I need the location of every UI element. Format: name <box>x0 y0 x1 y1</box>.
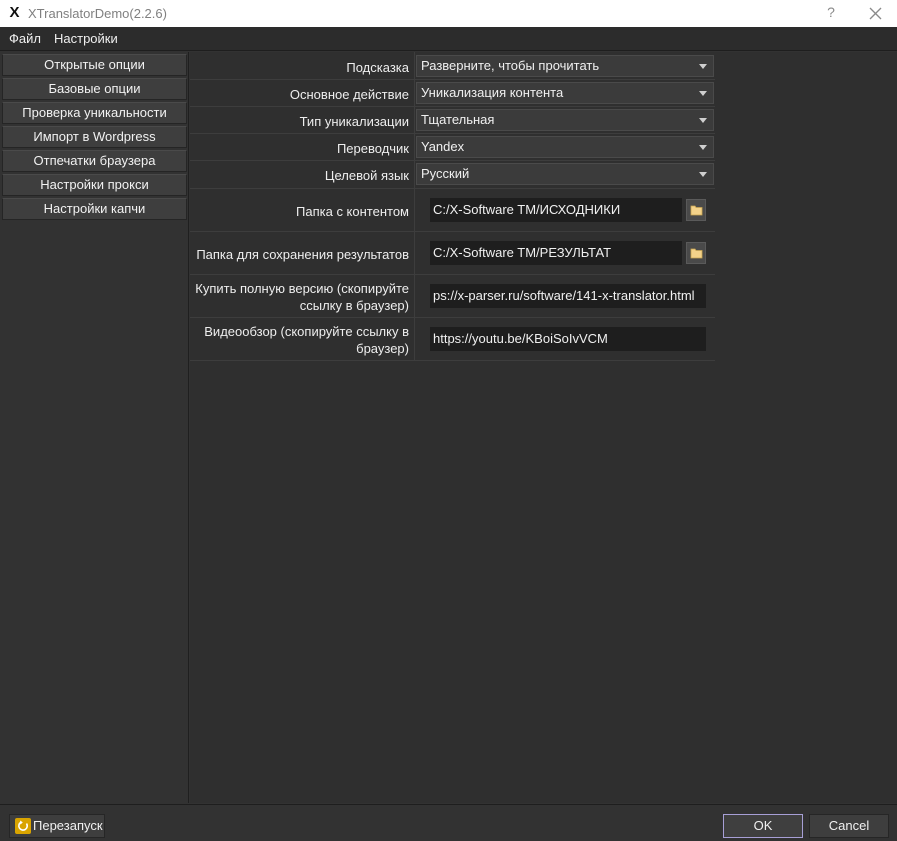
chevron-down-icon <box>699 91 707 96</box>
settings-form: Подсказка Разверните, чтобы прочитать Ос… <box>190 52 897 803</box>
chevron-down-icon <box>699 172 707 177</box>
row-results-folder: Папка для сохранения результатов C:/X-So… <box>190 232 715 275</box>
main-action-select[interactable]: Уникализация контента <box>416 82 714 104</box>
sidebar-item-wordpress-import[interactable]: Импорт в Wordpress <box>2 126 187 148</box>
close-icon <box>869 7 882 20</box>
translator-label: Переводчик <box>336 141 409 156</box>
cancel-button[interactable]: Cancel <box>809 814 889 838</box>
buy-full-label: Купить полную версию (скопируйте ссылку … <box>195 280 409 314</box>
content-folder-input[interactable]: C:/X-Software TM/ИСХОДНИКИ <box>430 198 682 222</box>
sidebar: Открытые опции Базовые опции Проверка ун… <box>0 52 189 803</box>
row-target-language: Целевой язык Русский <box>190 161 715 189</box>
menu-file[interactable]: Файл <box>9 31 41 46</box>
target-language-select[interactable]: Русский <box>416 163 714 185</box>
row-main-action: Основное действие Уникализация контента <box>190 80 715 107</box>
target-language-label: Целевой язык <box>324 168 409 183</box>
results-folder-input[interactable]: C:/X-Software TM/РЕЗУЛЬТАТ <box>430 241 682 265</box>
video-url-field[interactable]: https://youtu.be/KBoiSoIvVCM <box>430 327 706 351</box>
chevron-down-icon <box>699 145 707 150</box>
video-label: Видеообзор (скопируйте ссылку в браузер) <box>204 323 409 357</box>
window-title: XTranslatorDemo(2.2.6) <box>28 6 167 21</box>
row-hint: Подсказка Разверните, чтобы прочитать <box>190 52 715 80</box>
folder-icon <box>690 205 703 216</box>
row-content-folder: Папка с контентом C:/X-Software TM/ИСХОД… <box>190 189 715 232</box>
restart-label: Перезапуск <box>33 818 103 833</box>
sidebar-item-browser-fingerprints[interactable]: Отпечатки браузера <box>2 150 187 172</box>
hint-label: Подсказка <box>346 60 409 75</box>
sidebar-item-open-options[interactable]: Открытые опции <box>2 54 187 76</box>
row-buy-full: Купить полную версию (скопируйте ссылку … <box>190 275 715 318</box>
results-folder-browse-button[interactable] <box>686 242 706 264</box>
folder-icon <box>690 248 703 259</box>
menu-bar: Файл Настройки <box>0 27 897 51</box>
translator-select[interactable]: Yandex <box>416 136 714 158</box>
main-action-label: Основное действие <box>289 87 409 102</box>
buy-full-url-field[interactable]: ps://x-parser.ru/software/141-x-translat… <box>430 284 706 308</box>
uniq-type-value: Тщательная <box>421 112 495 127</box>
restart-button[interactable]: Перезапуск <box>9 814 105 838</box>
target-language-value: Русский <box>421 166 470 181</box>
app-logo-icon: X <box>7 5 22 21</box>
ok-button[interactable]: OK <box>723 814 803 838</box>
row-uniq-type: Тип уникализации Тщательная <box>190 107 715 134</box>
sidebar-item-uniqueness-check[interactable]: Проверка уникальности <box>2 102 187 124</box>
row-translator: Переводчик Yandex <box>190 134 715 161</box>
hint-value: Разверните, чтобы прочитать <box>421 58 600 73</box>
buy-full-label-line1: Купить полную версию (скопируйте <box>195 281 409 296</box>
translator-value: Yandex <box>421 139 465 154</box>
row-video: Видеообзор (скопируйте ссылку в браузер)… <box>190 318 715 361</box>
results-folder-label: Папка для сохранения результатов <box>196 247 409 262</box>
hint-select[interactable]: Разверните, чтобы прочитать <box>416 55 714 77</box>
title-bar: X XTranslatorDemo(2.2.6) ? <box>0 0 897 27</box>
video-label-line2: браузер) <box>356 341 409 356</box>
restart-icon <box>15 818 31 834</box>
content-folder-label: Папка с контентом <box>296 204 409 219</box>
chevron-down-icon <box>699 64 707 69</box>
menu-settings[interactable]: Настройки <box>54 31 118 46</box>
chevron-down-icon <box>699 118 707 123</box>
sidebar-item-captcha-settings[interactable]: Настройки капчи <box>2 198 187 220</box>
video-label-line1: Видеообзор (скопируйте ссылку в <box>204 324 409 339</box>
bottom-bar: Перезапуск OK Cancel <box>0 804 897 841</box>
help-button[interactable]: ? <box>824 4 838 20</box>
close-button[interactable] <box>864 3 886 23</box>
uniq-type-label: Тип уникализации <box>299 114 409 129</box>
sidebar-item-proxy-settings[interactable]: Настройки прокси <box>2 174 187 196</box>
sidebar-item-basic-options[interactable]: Базовые опции <box>2 78 187 100</box>
buy-full-label-line2: ссылку в браузер) <box>299 298 409 313</box>
main-action-value: Уникализация контента <box>421 85 564 100</box>
uniq-type-select[interactable]: Тщательная <box>416 109 714 131</box>
content-folder-browse-button[interactable] <box>686 199 706 221</box>
